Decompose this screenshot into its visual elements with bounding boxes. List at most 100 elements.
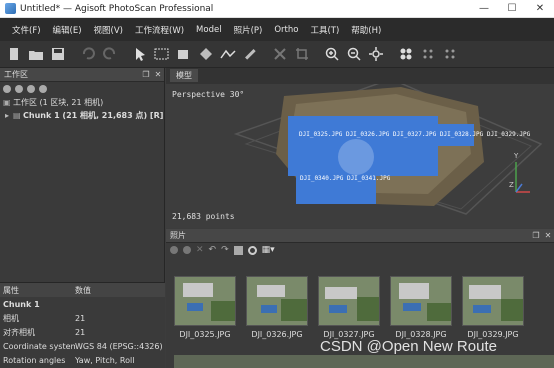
chunk-label: Chunk 1 (21 相机, 21,683 点) [R] bbox=[23, 111, 164, 120]
disable-icon[interactable] bbox=[183, 246, 191, 254]
save-icon[interactable] bbox=[48, 44, 68, 64]
photos-header: 照片 ❐ ✕ bbox=[166, 229, 554, 243]
title-bar: Untitled* — Agisoft PhotoScan Profession… bbox=[0, 0, 554, 18]
menu-workflow[interactable]: 工作流程(W) bbox=[129, 24, 190, 36]
zoom-in-icon[interactable] bbox=[322, 44, 342, 64]
float-icon[interactable]: ❐ bbox=[530, 231, 542, 240]
watermark: CSDN @Open New Route bbox=[320, 338, 497, 355]
menu-model[interactable]: Model bbox=[190, 25, 228, 35]
workspace-toolbar bbox=[0, 82, 164, 96]
remove-icon[interactable]: ✕ bbox=[196, 245, 204, 255]
photo-thumbnail[interactable] bbox=[246, 276, 308, 326]
chunk-item[interactable]: ▸ ▤ Chunk 1 (21 相机, 21,683 点) [R] bbox=[0, 109, 164, 122]
property-row: 对齐相机 21 bbox=[0, 325, 165, 339]
move-object-icon[interactable] bbox=[366, 44, 386, 64]
property-value: 21 bbox=[75, 327, 86, 337]
close-icon[interactable]: ✕ bbox=[152, 70, 164, 79]
tab-model[interactable]: 模型 bbox=[170, 68, 198, 82]
photo-thumbnail[interactable] bbox=[318, 276, 380, 326]
photo-thumbnail[interactable] bbox=[174, 276, 236, 326]
redo-icon[interactable] bbox=[100, 44, 120, 64]
new-icon[interactable] bbox=[4, 44, 24, 64]
model-viewport[interactable]: Perspective 30° 21,683 points DJI_0325.J… bbox=[166, 84, 554, 228]
property-row: Coordinate system WGS 84 (EPSG::4326) bbox=[0, 339, 165, 353]
expand-arrow-icon[interactable]: ▸ bbox=[5, 111, 13, 120]
delete-icon[interactable] bbox=[270, 44, 290, 64]
photos-toolbar: ✕ ↶ ↷ ▦▾ bbox=[166, 243, 554, 257]
property-key: Coordinate system bbox=[3, 341, 75, 351]
menu-bar: 文件(F) 编辑(E) 视图(V) 工作流程(W) Model 照片(P) Or… bbox=[0, 18, 554, 41]
resize-region-icon[interactable] bbox=[174, 44, 194, 64]
perspective-label: Perspective 30° bbox=[172, 90, 245, 99]
property-key: 相机 bbox=[3, 313, 19, 323]
undo-icon[interactable] bbox=[78, 44, 98, 64]
workspace-icon: ▣ bbox=[3, 98, 11, 107]
close-button[interactable]: ✕ bbox=[526, 0, 554, 18]
workspace-root-item[interactable]: ▣ 工作区 (1 区块, 21 相机) bbox=[0, 96, 164, 109]
rotate-region-icon[interactable] bbox=[196, 44, 216, 64]
camera-icon[interactable] bbox=[247, 245, 257, 255]
z-axis-line bbox=[515, 183, 523, 193]
menu-ortho[interactable]: Ortho bbox=[268, 25, 304, 35]
workspace-root-label: 工作区 (1 区块, 21 相机) bbox=[13, 98, 104, 107]
property-value: WGS 84 (EPSG::4326) bbox=[75, 341, 163, 351]
property-key: 对齐相机 bbox=[3, 327, 35, 337]
axis-z-label: Z bbox=[509, 181, 514, 189]
photo-row-partial bbox=[174, 355, 554, 368]
property-key: Rotation angles bbox=[3, 355, 66, 365]
menu-tools[interactable]: 工具(T) bbox=[304, 24, 345, 36]
menu-file[interactable]: 文件(F) bbox=[6, 24, 47, 36]
app-icon bbox=[5, 3, 16, 14]
workspace-title: 工作区 bbox=[4, 70, 28, 79]
menu-edit[interactable]: 编辑(E) bbox=[47, 24, 88, 36]
toolbar bbox=[0, 41, 554, 68]
window-title: Untitled* — Agisoft PhotoScan Profession… bbox=[20, 3, 214, 14]
crop-icon[interactable] bbox=[292, 44, 312, 64]
properties-header: 属性 数值 bbox=[0, 283, 165, 297]
zoom-out-icon[interactable] bbox=[344, 44, 364, 64]
show-aligned-icon[interactable] bbox=[440, 44, 460, 64]
mask-icon[interactable] bbox=[233, 245, 243, 255]
scene-canvas bbox=[233, 84, 543, 215]
photos-title: 照片 bbox=[170, 231, 186, 240]
remove-icon[interactable] bbox=[27, 85, 35, 93]
float-icon[interactable]: ❐ bbox=[140, 70, 152, 79]
navigation-icon[interactable] bbox=[130, 44, 150, 64]
open-icon[interactable] bbox=[26, 44, 46, 64]
property-row: Rotation angles Yaw, Pitch, Roll bbox=[0, 353, 165, 367]
photo-thumbnail[interactable] bbox=[462, 276, 524, 326]
rotate-right-icon[interactable]: ↷ bbox=[221, 245, 229, 255]
property-value: Yaw, Pitch, Roll bbox=[75, 355, 135, 365]
close-icon[interactable]: ✕ bbox=[542, 231, 554, 240]
camera-labels-top: DJI_0325.JPG DJI_0326.JPG DJI_0327.JPG D… bbox=[299, 131, 531, 138]
axis-y-label: Y bbox=[514, 152, 519, 160]
workspace-header: 工作区 ❐ ✕ bbox=[0, 68, 164, 82]
add-photos-icon[interactable] bbox=[15, 85, 23, 93]
photo-label: DJI_0325.JPG bbox=[179, 330, 231, 339]
properties-section: Chunk 1 bbox=[0, 297, 165, 311]
photo-label: DJI_0326.JPG bbox=[251, 330, 303, 339]
menu-help[interactable]: 帮助(H) bbox=[345, 24, 387, 36]
show-aligned-icon[interactable] bbox=[418, 44, 438, 64]
enable-icon[interactable] bbox=[39, 85, 47, 93]
maximize-button[interactable]: ☐ bbox=[498, 0, 526, 18]
menu-photo[interactable]: 照片(P) bbox=[228, 24, 269, 36]
property-row: 相机 21 bbox=[0, 311, 165, 325]
properties-panel: 属性 数值 Chunk 1 相机 21 对齐相机 21 Coordinate s… bbox=[0, 282, 165, 368]
add-chunk-icon[interactable] bbox=[3, 85, 11, 93]
model-tab-bar: 模型 bbox=[166, 68, 554, 82]
menu-view[interactable]: 视图(V) bbox=[88, 24, 129, 36]
rectangle-select-icon[interactable] bbox=[152, 44, 172, 64]
view-mode-icon[interactable]: ▦▾ bbox=[262, 245, 275, 255]
photo-thumbnail[interactable] bbox=[390, 276, 452, 326]
trackball-sphere[interactable] bbox=[338, 139, 374, 175]
enable-icon[interactable] bbox=[170, 246, 178, 254]
show-cameras-icon[interactable] bbox=[396, 44, 416, 64]
camera-labels-bottom: DJI_0340.JPG DJI_0341.JPG bbox=[300, 175, 391, 182]
points-count: 21,683 points bbox=[172, 212, 235, 221]
rotate-left-icon[interactable]: ↶ bbox=[209, 245, 217, 255]
ruler-icon[interactable] bbox=[218, 44, 238, 64]
minimize-button[interactable]: — bbox=[470, 0, 498, 18]
section-label: Chunk 1 bbox=[3, 299, 40, 309]
delete-icon[interactable] bbox=[240, 44, 260, 64]
